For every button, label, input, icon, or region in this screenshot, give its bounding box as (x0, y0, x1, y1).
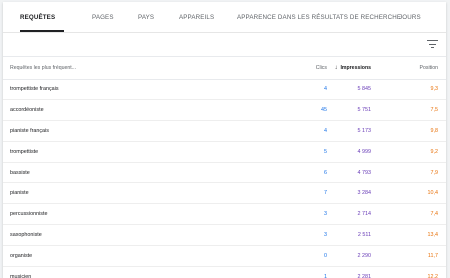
position-cell: 7,5 (430, 106, 439, 113)
tab-search-appearance[interactable]: APPARENCE DANS LES RÉSULTATS DE RECHERCH… (237, 14, 401, 21)
impressions-cell: 3 284 (357, 190, 372, 197)
position-cell: 13,4 (427, 232, 439, 239)
position-cell: 9,8 (430, 127, 439, 134)
header-position[interactable]: Position (420, 65, 438, 71)
table-header: Requêtes les plus fréquent... Clics ↓ Imp… (3, 56, 446, 80)
header-impressions[interactable]: ↓ Impressions (334, 65, 371, 71)
clicks-cell: 6 (324, 169, 327, 176)
impressions-cell: 5 751 (357, 106, 372, 113)
table-row[interactable]: bassiste 6 4 793 7,9 (3, 163, 446, 184)
header-impressions-label: Impressions (340, 65, 371, 71)
impressions-cell: 2 290 (357, 253, 372, 260)
position-cell: 7,4 (430, 211, 439, 218)
table-row[interactable]: musicien 1 2 281 12,2 (3, 267, 446, 278)
query-cell: pianiste (10, 190, 29, 197)
sort-descending-icon: ↓ (334, 65, 338, 71)
active-tab-indicator (20, 30, 64, 32)
tab-devices[interactable]: APPAREILS (179, 14, 214, 21)
header-clicks[interactable]: Clics (316, 65, 327, 71)
query-cell: pianiste français (10, 127, 49, 134)
query-cell: trompettiste (10, 148, 39, 155)
position-cell: 10,4 (427, 190, 439, 197)
table-row[interactable]: trompettiste français 4 5 845 9,3 (3, 79, 446, 100)
impressions-cell: 2 714 (357, 211, 372, 218)
position-cell: 12,2 (427, 274, 439, 278)
filter-bar (3, 33, 446, 55)
clicks-cell: 5 (324, 148, 327, 155)
position-cell: 9,3 (430, 86, 439, 92)
tab-countries[interactable]: PAYS (138, 14, 154, 21)
query-cell: musicien (10, 274, 32, 278)
position-cell: 7,9 (430, 169, 439, 176)
table-row[interactable]: saxophoniste 3 2 511 13,4 (3, 225, 446, 247)
tab-bar: REQUÊTES PAGES PAYS APPAREILS APPARENCE … (3, 2, 446, 33)
clicks-cell: 0 (324, 253, 327, 260)
header-queries[interactable]: Requêtes les plus fréquent... (10, 65, 76, 71)
clicks-cell: 45 (321, 106, 327, 113)
impressions-cell: 2 511 (357, 232, 371, 239)
table-row[interactable]: pianiste 7 3 284 10,4 (3, 183, 446, 205)
clicks-cell: 7 (324, 190, 327, 197)
table-row[interactable]: accordéoniste 45 5 751 7,5 (3, 100, 446, 121)
impressions-cell: 5 845 (357, 86, 372, 92)
impressions-cell: 2 281 (357, 274, 372, 278)
query-cell: accordéoniste (10, 106, 44, 113)
clicks-cell: 4 (324, 127, 327, 134)
table-body: trompettiste français 4 5 845 9,3 accordéoni… (3, 79, 446, 278)
position-cell: 11,7 (427, 253, 438, 260)
query-cell: bassiste (10, 169, 30, 176)
table-row[interactable]: trompettiste 5 4 999 9,2 (3, 142, 446, 163)
performance-card: REQUÊTES PAGES PAYS APPAREILS APPARENCE … (3, 2, 446, 278)
query-cell: percussionniste (10, 211, 48, 218)
impressions-cell: 4 793 (357, 169, 372, 176)
clicks-cell: 3 (324, 232, 327, 239)
impressions-cell: 4 999 (357, 148, 372, 155)
table-row[interactable]: percussionniste 3 2 714 7,4 (3, 204, 446, 226)
table-row[interactable]: organiste 0 2 290 11,7 (3, 246, 446, 268)
clicks-cell: 1 (324, 274, 327, 278)
query-cell: organiste (10, 253, 33, 260)
tab-pages[interactable]: PAGES (92, 14, 114, 21)
query-cell: trompettiste français (10, 86, 59, 92)
query-cell: saxophoniste (10, 232, 42, 239)
clicks-cell: 3 (324, 211, 327, 218)
impressions-cell: 5 173 (357, 127, 372, 134)
clicks-cell: 4 (324, 86, 327, 92)
position-cell: 9,2 (430, 148, 439, 155)
tab-queries[interactable]: REQUÊTES (20, 14, 55, 21)
filter-list-icon[interactable] (427, 40, 438, 48)
tab-days[interactable]: JOURS (399, 14, 421, 21)
table-row[interactable]: pianiste français 4 5 173 9,8 (3, 121, 446, 142)
